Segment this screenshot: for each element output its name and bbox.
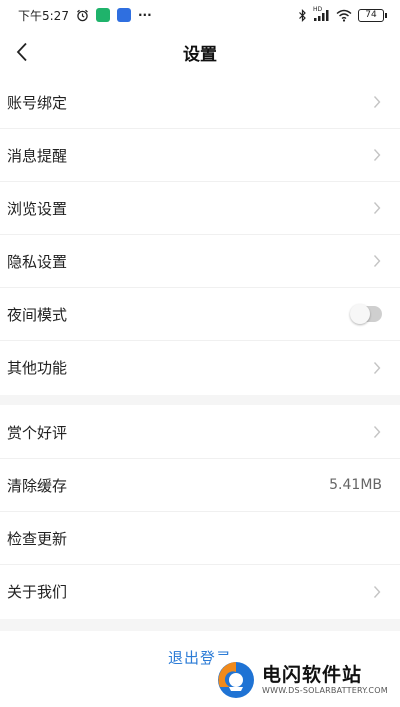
settings-item-about-us[interactable]: 关于我们 bbox=[0, 565, 400, 618]
settings-item-label: 其他功能 bbox=[7, 359, 68, 377]
app-badge-blue-icon bbox=[116, 8, 131, 22]
back-button[interactable] bbox=[6, 36, 38, 68]
wifi-icon bbox=[336, 9, 352, 22]
watermark: 电闪软件站 WWW.DS-SOLARBATTERY.COM bbox=[210, 655, 395, 705]
settings-item-label: 账号绑定 bbox=[7, 93, 68, 112]
settings-item-rate-app[interactable]: 赏个好评 bbox=[0, 406, 400, 459]
settings-item-privacy-settings[interactable]: 隐私设置 bbox=[0, 235, 400, 288]
chevron-right-icon bbox=[373, 96, 381, 108]
toggle-knob bbox=[350, 304, 370, 324]
settings-item-label: 关于我们 bbox=[7, 583, 68, 601]
section-divider bbox=[0, 619, 400, 631]
bluetooth-icon bbox=[298, 8, 307, 22]
chevron-right-icon bbox=[373, 361, 381, 374]
chevron-right-icon bbox=[373, 585, 381, 598]
settings-item-label: 隐私设置 bbox=[7, 252, 68, 271]
cache-size-value: 5.41MB bbox=[329, 477, 382, 493]
signal-icon: HD bbox=[313, 5, 330, 22]
settings-item-night-mode: 夜间模式 bbox=[0, 288, 400, 341]
settings-item-clear-cache[interactable]: 清除缓存 5.41MB bbox=[0, 459, 400, 512]
app-badge-green-icon bbox=[95, 8, 110, 22]
battery-icon: 74 bbox=[358, 8, 387, 22]
settings-item-account-binding[interactable]: 账号绑定 bbox=[0, 76, 400, 129]
chevron-right-icon bbox=[373, 149, 381, 161]
watermark-url: WWW.DS-SOLARBATTERY.COM bbox=[262, 686, 388, 695]
status-right: HD 74 bbox=[298, 5, 387, 22]
settings-item-other-functions[interactable]: 其他功能 bbox=[0, 341, 400, 394]
status-left: 下午5:27 ··· bbox=[18, 7, 152, 24]
status-more: ··· bbox=[137, 8, 152, 22]
settings-group-1: 账号绑定 消息提醒 浏览设置 隐私设置 夜间模式 其他功能 bbox=[0, 76, 400, 394]
settings-item-label: 检查更新 bbox=[7, 529, 68, 548]
battery-level: 74 bbox=[365, 9, 377, 20]
night-mode-toggle[interactable] bbox=[350, 304, 382, 324]
settings-item-check-update[interactable]: 检查更新 bbox=[0, 512, 400, 565]
network-type-label: HD bbox=[313, 5, 323, 13]
site-logo-icon bbox=[218, 662, 254, 698]
settings-item-label: 消息提醒 bbox=[7, 146, 68, 165]
settings-item-label: 浏览设置 bbox=[7, 199, 68, 218]
chevron-right-icon bbox=[373, 202, 381, 214]
status-bar: 下午5:27 ··· HD 74 bbox=[0, 0, 400, 30]
settings-item-browse-settings[interactable]: 浏览设置 bbox=[0, 182, 400, 235]
chevron-right-icon bbox=[373, 426, 381, 438]
settings-item-message-reminder[interactable]: 消息提醒 bbox=[0, 129, 400, 182]
page-title: 设置 bbox=[183, 44, 217, 65]
settings-item-label: 夜间模式 bbox=[7, 305, 68, 324]
status-time: 下午5:27 bbox=[18, 8, 69, 23]
chevron-left-icon bbox=[16, 42, 27, 62]
chevron-right-icon bbox=[373, 255, 381, 267]
alarm-icon bbox=[76, 9, 89, 22]
section-divider bbox=[0, 395, 400, 405]
settings-item-label: 清除缓存 bbox=[7, 476, 68, 495]
settings-item-label: 赏个好评 bbox=[7, 423, 68, 442]
settings-group-2: 赏个好评 清除缓存 5.41MB 检查更新 关于我们 bbox=[0, 406, 400, 618]
nav-bar: 设置 bbox=[0, 30, 400, 74]
watermark-name: 电闪软件站 bbox=[262, 664, 363, 686]
